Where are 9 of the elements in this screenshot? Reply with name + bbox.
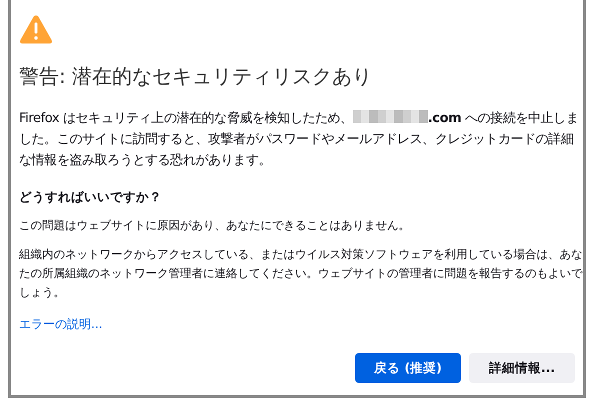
section-heading: どうすればいいですか？ [19, 189, 162, 206]
warning-message: Firefox はセキュリティ上の潜在的な脅威を検知したため、 .com への接続を中止しました。このサイトに訪問すると、攻撃者がパスワードやメールアドレス、クレジットカードの詳細な情報を盗み取ろうとする恐れがあります。 [19, 109, 580, 170]
body-text: 組織内のネットワークからアクセスしている、またはウイルス対策ソフトウェアを利用している場合は、あなたの所属組織のネットワーク管理者に連絡してください。ウェブサイトの管理者に問題を報告するのもよいでしょう。 [19, 246, 584, 301]
page-title: 警告: 潜在的なセキュリティリスクあり [19, 63, 372, 90]
error-details-link[interactable]: エラーの説明... [19, 316, 102, 333]
go-back-button[interactable]: 戻る (推奨) [355, 353, 461, 383]
body-text: この問題はウェブサイトに原因があり、あなたにできることはありません。 [19, 217, 411, 234]
details-button[interactable]: 詳細情報... [469, 353, 575, 383]
warning-icon [19, 14, 53, 45]
